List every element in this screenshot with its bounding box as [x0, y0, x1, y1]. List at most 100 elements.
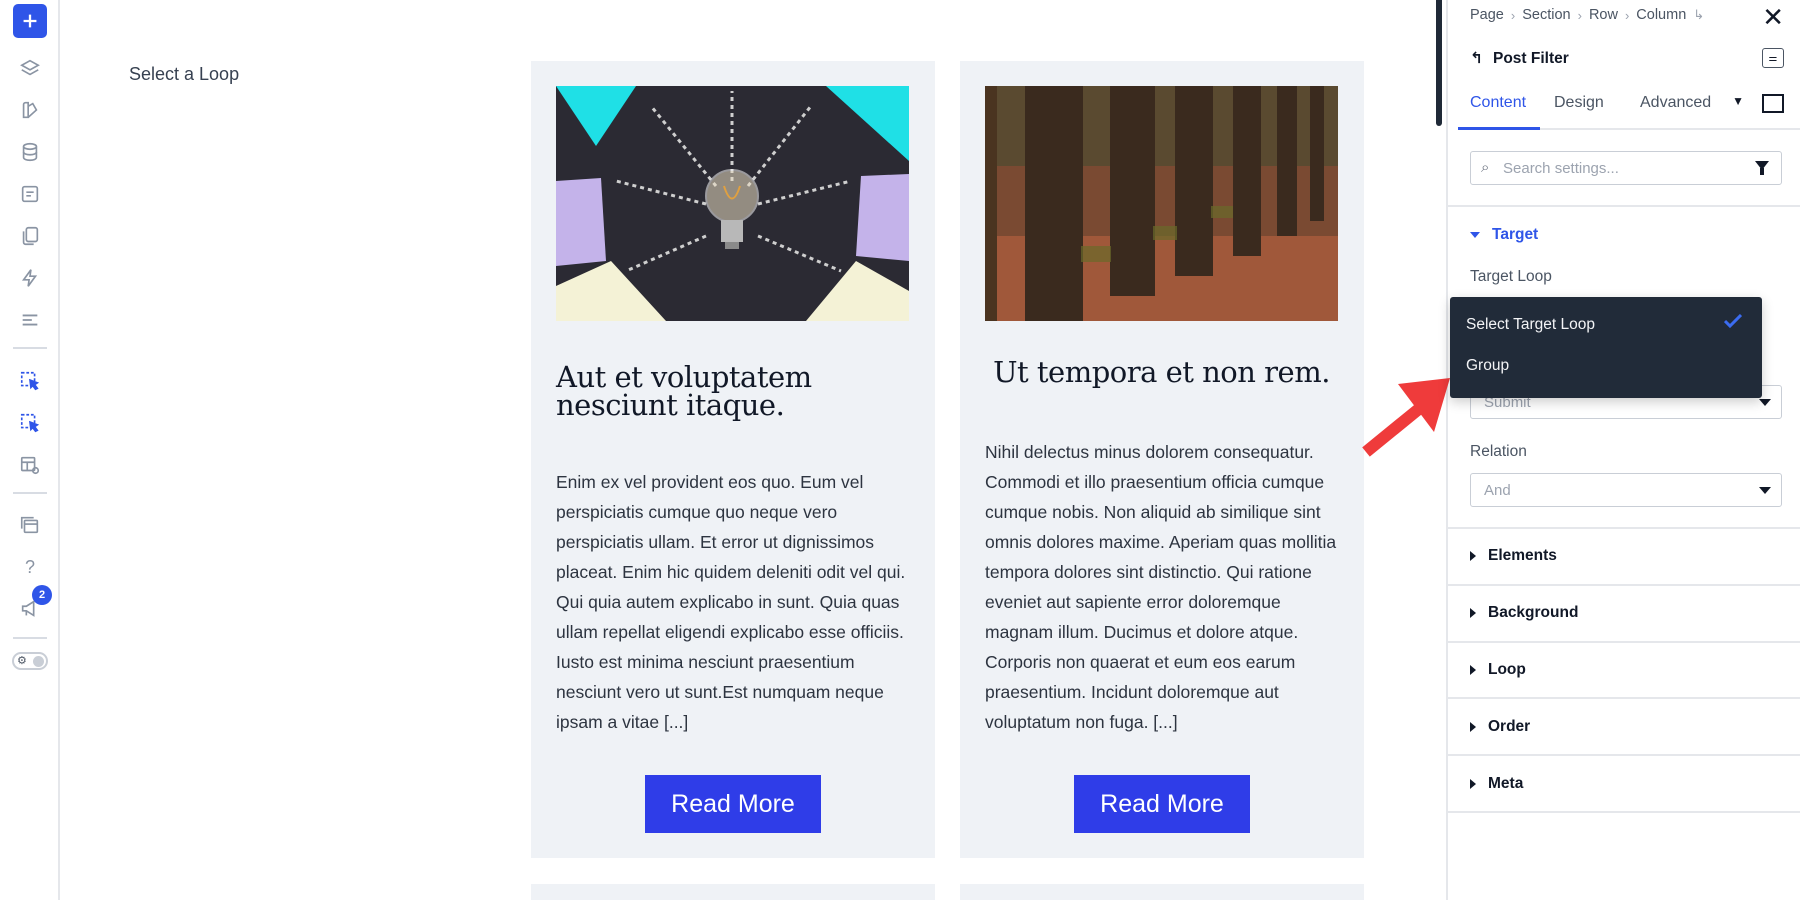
- post-image-lightbulb: [556, 86, 909, 321]
- style-button[interactable]: [12, 92, 48, 128]
- section-loop[interactable]: Loop: [1470, 661, 1526, 679]
- interactions-button[interactable]: [12, 260, 48, 296]
- notification-badge: 2: [32, 585, 52, 605]
- search-placeholder: Search settings...: [1503, 160, 1619, 177]
- breakpoint-square-icon[interactable]: [1762, 94, 1784, 113]
- return-arrow-icon: ↳: [1693, 7, 1705, 22]
- triangle-right-icon: [1470, 779, 1476, 789]
- windows-icon: [20, 516, 39, 534]
- search-icon: ⌕: [1481, 159, 1490, 176]
- tab-advanced[interactable]: Advanced: [1640, 94, 1711, 112]
- chevron-right-icon: ›: [1510, 7, 1516, 23]
- divider: [1448, 641, 1800, 643]
- template-preview-button[interactable]: [12, 447, 48, 483]
- triangle-right-icon: [1470, 722, 1476, 732]
- relation-label: Relation: [1470, 443, 1527, 460]
- add-element-button[interactable]: [13, 4, 47, 38]
- dropdown-option-group[interactable]: Group: [1466, 357, 1509, 375]
- triangle-right-icon: [1470, 665, 1476, 675]
- help-icon: ?: [24, 556, 35, 577]
- undo-arrow-icon[interactable]: ↰: [1470, 49, 1483, 68]
- plus-icon: [23, 14, 37, 28]
- divider: [1448, 527, 1800, 529]
- loop-cursor-icon: [20, 413, 40, 433]
- breadcrumb-row[interactable]: Row: [1589, 7, 1618, 23]
- chevron-right-icon: ›: [1577, 7, 1582, 23]
- section-elements-label: Elements: [1488, 547, 1557, 564]
- read-more-button[interactable]: Read More: [1074, 775, 1250, 833]
- triangle-right-icon: [1470, 608, 1476, 618]
- structure-button[interactable]: [12, 302, 48, 338]
- windows-button[interactable]: [12, 507, 48, 543]
- divider: [1448, 697, 1800, 699]
- select-loop-label: Select a Loop: [129, 64, 240, 84]
- theme-toggle[interactable]: ⚙: [12, 652, 48, 670]
- relation-select-value: And: [1484, 482, 1511, 499]
- close-panel-button[interactable]: ✕: [1762, 4, 1784, 30]
- section-loop-label: Loop: [1488, 661, 1526, 678]
- post-title[interactable]: Ut tempora et non rem.: [985, 358, 1338, 387]
- layers-icon: [20, 59, 40, 76]
- caret-down-icon[interactable]: ▼: [1732, 94, 1744, 108]
- tab-content[interactable]: Content: [1470, 94, 1526, 112]
- template-eye-icon: [20, 456, 40, 475]
- help-button[interactable]: ?: [12, 549, 48, 585]
- breadcrumb: Page › Section › Row › Column ↳: [1470, 7, 1704, 23]
- post-image-fence: [985, 86, 1338, 321]
- left-toolbar: ? 2 ⚙: [0, 0, 60, 900]
- target-loop-dropdown: Select Target Loop Group: [1450, 297, 1762, 398]
- pages-button[interactable]: [12, 218, 48, 254]
- section-order-label: Order: [1488, 718, 1531, 735]
- post-card: [531, 884, 935, 900]
- breadcrumb-section[interactable]: Section: [1522, 7, 1570, 23]
- tab-design[interactable]: Design: [1554, 94, 1604, 112]
- post-card: Ut tempora et non rem. Nihil delectus mi…: [960, 61, 1364, 858]
- divider: [1448, 754, 1800, 756]
- section-target-label: Target: [1492, 226, 1539, 243]
- section-target[interactable]: Target: [1470, 226, 1538, 244]
- checkmark-icon: [1724, 314, 1742, 328]
- divider: [1448, 205, 1800, 207]
- post-excerpt: Enim ex vel provident eos quo. Eum vel p…: [556, 472, 906, 732]
- breadcrumb-page[interactable]: Page: [1470, 7, 1504, 23]
- announcements-button[interactable]: 2: [12, 585, 52, 627]
- caret-down-icon: [1759, 487, 1771, 494]
- panel-tabs: Content Design Advanced ▼: [1458, 84, 1800, 130]
- section-background[interactable]: Background: [1470, 604, 1578, 622]
- sliders-icon: ⚌: [1768, 52, 1778, 64]
- loop-select-button[interactable]: [12, 363, 48, 399]
- breadcrumb-column[interactable]: Column: [1636, 7, 1686, 23]
- form-icon: [21, 185, 39, 203]
- target-loop-label: Target Loop: [1470, 268, 1552, 285]
- toolbar-divider: [13, 347, 47, 349]
- triangle-right-icon: [1470, 551, 1476, 561]
- forms-button[interactable]: [12, 176, 48, 212]
- section-order[interactable]: Order: [1470, 718, 1530, 736]
- section-elements[interactable]: Elements: [1470, 547, 1557, 565]
- divider: [1448, 811, 1800, 813]
- loop-cursor-icon: [20, 371, 40, 391]
- list-icon: [22, 314, 38, 326]
- loop-filter-button[interactable]: [12, 405, 48, 441]
- canvas-scrollbar[interactable]: [1436, 0, 1442, 126]
- settings-panel: Page › Section › Row › Column ↳ ✕ ↰ Post…: [1446, 0, 1800, 900]
- close-icon: ✕: [1762, 2, 1784, 32]
- relation-select[interactable]: And: [1470, 473, 1782, 507]
- element-options-button[interactable]: ⚌: [1762, 48, 1784, 68]
- dropdown-option-select-target-loop[interactable]: Select Target Loop: [1466, 316, 1595, 334]
- app-root: ? 2 ⚙ Select a Loop Aut et voluptatem ne…: [0, 0, 1800, 900]
- post-title[interactable]: Aut et voluptatem nesciunt itaque.: [556, 363, 886, 420]
- toolbar-divider: [13, 492, 47, 494]
- lightning-icon: [21, 269, 38, 287]
- section-meta[interactable]: Meta: [1470, 775, 1523, 793]
- search-settings-input[interactable]: ⌕ Search settings...: [1470, 151, 1782, 185]
- element-name: Post Filter: [1493, 49, 1569, 67]
- brush-icon: [22, 101, 38, 119]
- divider: [1448, 584, 1800, 586]
- read-more-button[interactable]: Read More: [645, 775, 821, 833]
- data-button[interactable]: [12, 134, 48, 170]
- triangle-down-icon: [1470, 232, 1480, 238]
- layers-button[interactable]: [12, 50, 48, 86]
- toggle-knob: [33, 656, 44, 667]
- toolbar-divider: [13, 637, 47, 639]
